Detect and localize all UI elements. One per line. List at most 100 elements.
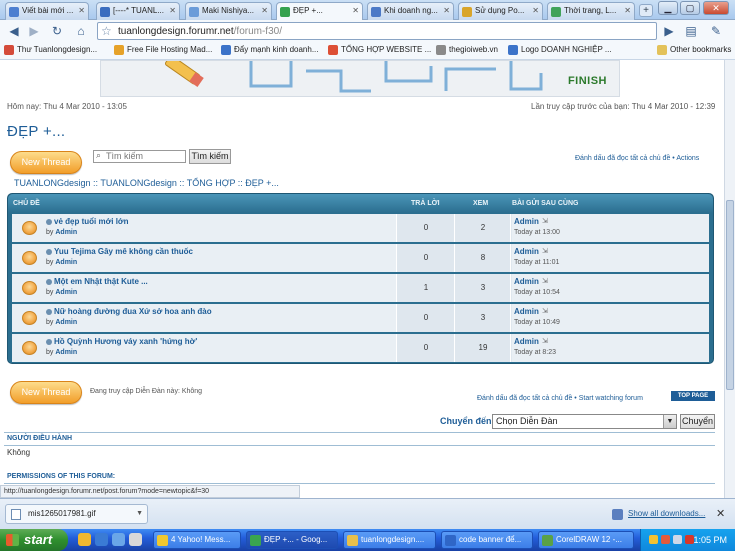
- page-icon: [436, 45, 446, 55]
- desktop-icon[interactable]: [112, 533, 125, 546]
- close-icon[interactable]: ✕: [532, 6, 539, 15]
- goto-post-icon[interactable]: ⇲: [542, 337, 548, 345]
- page-menu-icon[interactable]: ▤: [683, 23, 699, 39]
- other-bookmarks[interactable]: Other bookmarks: [657, 45, 731, 55]
- show-all-downloads-link[interactable]: Show all downloads...: [612, 509, 705, 520]
- goto-post-icon[interactable]: ⇲: [542, 217, 548, 225]
- close-icon[interactable]: ✕: [716, 507, 725, 520]
- search-button[interactable]: Tìm kiếm: [189, 149, 231, 164]
- go-arrow-icon[interactable]: ▶: [661, 23, 677, 39]
- word-icon: [445, 535, 456, 546]
- author-link[interactable]: Admin: [55, 349, 77, 356]
- page-icon: [551, 7, 561, 17]
- goto-post-icon[interactable]: ⇲: [542, 277, 548, 285]
- wrench-icon[interactable]: ✎: [708, 23, 724, 39]
- close-icon[interactable]: ✕: [78, 6, 85, 15]
- bookmark-item[interactable]: Free File Hosting Mad...: [114, 45, 212, 55]
- goto-post-icon[interactable]: ⇲: [542, 307, 548, 315]
- tab-1[interactable]: Viết bài mới ... ✕: [5, 2, 89, 20]
- start-watching-link[interactable]: Start watching forum: [579, 395, 643, 402]
- tray-icon[interactable]: [649, 535, 658, 544]
- bookmark-label: Đẩy mạnh kinh doanh...: [234, 45, 319, 54]
- chrome-icon[interactable]: [78, 533, 91, 546]
- tab-4-active[interactable]: ĐẸP +... ✕: [276, 2, 363, 21]
- views-count: 3: [456, 304, 511, 332]
- chevron-down-icon[interactable]: ▼: [136, 505, 143, 523]
- tab-2[interactable]: [----* TUANL... ✕: [96, 2, 180, 20]
- download-item[interactable]: mis1265017981.gif ▼: [5, 504, 148, 524]
- new-thread-button-bottom[interactable]: New Thread: [10, 381, 82, 404]
- new-thread-button[interactable]: New Thread: [10, 151, 82, 174]
- reload-icon[interactable]: ↻: [49, 23, 65, 39]
- close-icon[interactable]: ✕: [624, 6, 631, 15]
- back-arrow-icon[interactable]: ◀: [6, 23, 22, 39]
- chevron-down-icon[interactable]: ▼: [663, 415, 676, 428]
- taskbar-item[interactable]: CorelDRAW 12 -...: [538, 531, 634, 549]
- mark-all-read-link[interactable]: Đánh dấu đã đọc tất cả chủ đề: [575, 155, 670, 162]
- bookmark-item[interactable]: thegioiweb.vn: [436, 45, 498, 55]
- close-icon[interactable]: ✕: [261, 6, 268, 15]
- new-tab-button[interactable]: +: [639, 4, 653, 17]
- breadcrumb[interactable]: TUANLONGdesign :: TUANLONGdesign :: TỔNG…: [14, 178, 279, 188]
- taskbar-item-active[interactable]: ĐẸP +... - Goog...: [246, 531, 338, 549]
- last-author-link[interactable]: Admin: [514, 307, 539, 316]
- bookmark-star-icon[interactable]: ☆: [101, 25, 112, 38]
- tray-icon[interactable]: [661, 535, 670, 544]
- topic-title-link[interactable]: Nữ hoàng đường đua Xứ sở hoa anh đào: [54, 307, 212, 316]
- browser-icon[interactable]: [95, 533, 108, 546]
- last-author-link[interactable]: Admin: [514, 217, 539, 226]
- close-icon[interactable]: ✕: [352, 6, 359, 15]
- topic-title-link[interactable]: Yuu Tejima Gây mê không cần thuốc: [54, 247, 193, 256]
- goto-post-icon[interactable]: ⇲: [542, 247, 548, 255]
- google-icon: [100, 7, 110, 17]
- tab-label: Khi doanh ng...: [384, 6, 438, 15]
- author-link[interactable]: Admin: [55, 319, 77, 326]
- mark-all-read-link[interactable]: Đánh dấu đã đọc tất cả chủ đề: [477, 395, 572, 402]
- start-button[interactable]: start: [0, 529, 68, 551]
- maximize-button[interactable]: ▢: [680, 1, 700, 15]
- tab-5[interactable]: Khi doanh ng... ✕: [367, 2, 454, 20]
- bookmark-item[interactable]: Thư Tuanlongdesign...: [4, 45, 97, 55]
- taskbar-item[interactable]: tuanlongdesign....: [343, 531, 436, 549]
- minimize-button[interactable]: ▁: [658, 1, 678, 15]
- tab-7[interactable]: Thời trang, L... ✕: [547, 2, 635, 20]
- bookmark-item[interactable]: TỔNG HỢP WEBSITE ...: [328, 45, 432, 55]
- last-author-link[interactable]: Admin: [514, 247, 539, 256]
- search-input[interactable]: Tìm kiếm: [93, 150, 186, 163]
- forward-arrow-icon[interactable]: ▶: [26, 23, 42, 39]
- address-bar[interactable]: ☆ tuanlongdesign.forumr.net/forum-f30/: [97, 22, 657, 40]
- topic-cell: Yuu Tejima Gây mê không cần thuốc by Adm…: [12, 244, 397, 272]
- close-window-button[interactable]: ✕: [703, 1, 729, 15]
- topic-title-link[interactable]: vẻ đẹp tuổi mới lớn: [54, 217, 129, 226]
- top-page-button[interactable]: TOP PAGE: [671, 391, 715, 401]
- tab-3[interactable]: Maki Nishiya... ✕: [185, 2, 272, 20]
- quicklaunch-icon[interactable]: [129, 533, 142, 546]
- jump-button[interactable]: Chuyển: [680, 414, 715, 429]
- tab-6[interactable]: Sử dụng Po... ✕: [458, 2, 543, 20]
- bookmark-label: Logo DOANH NGHIỆP ...: [521, 45, 612, 54]
- scrollbar-thumb[interactable]: [726, 200, 734, 390]
- views-count: 3: [456, 274, 511, 302]
- bookmark-item[interactable]: Logo DOANH NGHIỆP ...: [508, 45, 612, 55]
- taskbar-item[interactable]: code banner để...: [441, 531, 533, 549]
- author-link[interactable]: Admin: [55, 289, 77, 296]
- home-icon[interactable]: ⌂: [73, 23, 89, 39]
- author-link[interactable]: Admin: [55, 229, 77, 236]
- bookmark-label: TỔNG HỢP WEBSITE ...: [341, 45, 432, 54]
- permissions-heading: PERMISSIONS OF THIS FORUM:: [7, 473, 116, 480]
- last-author-link[interactable]: Admin: [514, 277, 539, 286]
- topic-title-link[interactable]: Một em Nhật thật Kute ...: [54, 277, 148, 286]
- last-author-link[interactable]: Admin: [514, 337, 539, 346]
- jump-to-select[interactable]: Chọn Diễn Đàn ▼: [492, 414, 677, 429]
- bookmark-item[interactable]: Đẩy mạnh kinh doanh...: [221, 45, 319, 55]
- actions-link[interactable]: Actions: [676, 155, 699, 162]
- page-scrollbar[interactable]: [724, 60, 735, 498]
- author-link[interactable]: Admin: [55, 259, 77, 266]
- close-icon[interactable]: ✕: [169, 6, 176, 15]
- close-icon[interactable]: ✕: [443, 6, 450, 15]
- header-views: XEM: [473, 200, 489, 207]
- download-filename: mis1265017981.gif: [28, 509, 96, 518]
- topic-title-link[interactable]: Hồ Quỳnh Hương váy xanh 'hứng hờ': [54, 337, 197, 346]
- volume-icon[interactable]: [673, 535, 682, 544]
- taskbar-item[interactable]: 4 Yahoo! Mess...: [153, 531, 241, 549]
